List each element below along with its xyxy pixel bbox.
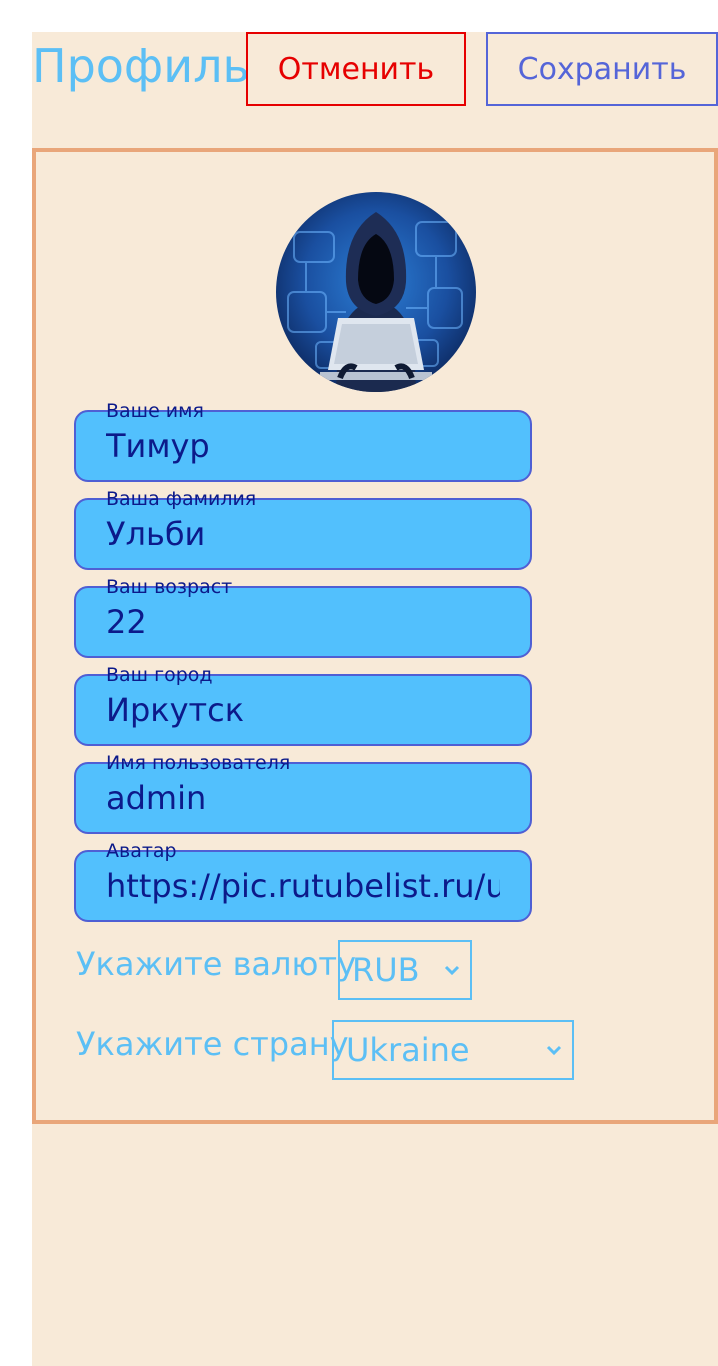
currency-label: Укажите валюту (76, 945, 356, 983)
age-input[interactable] (106, 602, 500, 642)
city-input[interactable] (106, 690, 500, 730)
save-button[interactable]: Сохранить (486, 32, 718, 106)
page-title: Профиль (32, 39, 250, 93)
chevron-down-icon (546, 1045, 562, 1056)
first-name-input[interactable] (106, 426, 500, 466)
cancel-button[interactable]: Отменить (246, 32, 466, 106)
country-select[interactable]: Ukraine (332, 1020, 574, 1080)
age-label: Ваш возраст (106, 576, 233, 598)
currency-select[interactable]: RUB (338, 940, 472, 1000)
avatar (276, 192, 476, 392)
username-label: Имя пользователя (106, 752, 291, 774)
username-input[interactable] (106, 778, 500, 818)
last-name-label: Ваша фамилия (106, 488, 257, 510)
country-selected-value: Ukraine (346, 1031, 470, 1069)
currency-selected-value: RUB (352, 951, 420, 989)
avatar-url-label: Аватар (106, 840, 177, 862)
city-label: Ваш город (106, 664, 213, 686)
hacker-avatar-icon (276, 192, 476, 392)
first-name-label: Ваше имя (106, 400, 204, 422)
avatar-url-input[interactable] (106, 866, 500, 906)
chevron-down-icon (444, 965, 460, 976)
country-label: Укажите страну (76, 1025, 349, 1063)
last-name-input[interactable] (106, 514, 500, 554)
